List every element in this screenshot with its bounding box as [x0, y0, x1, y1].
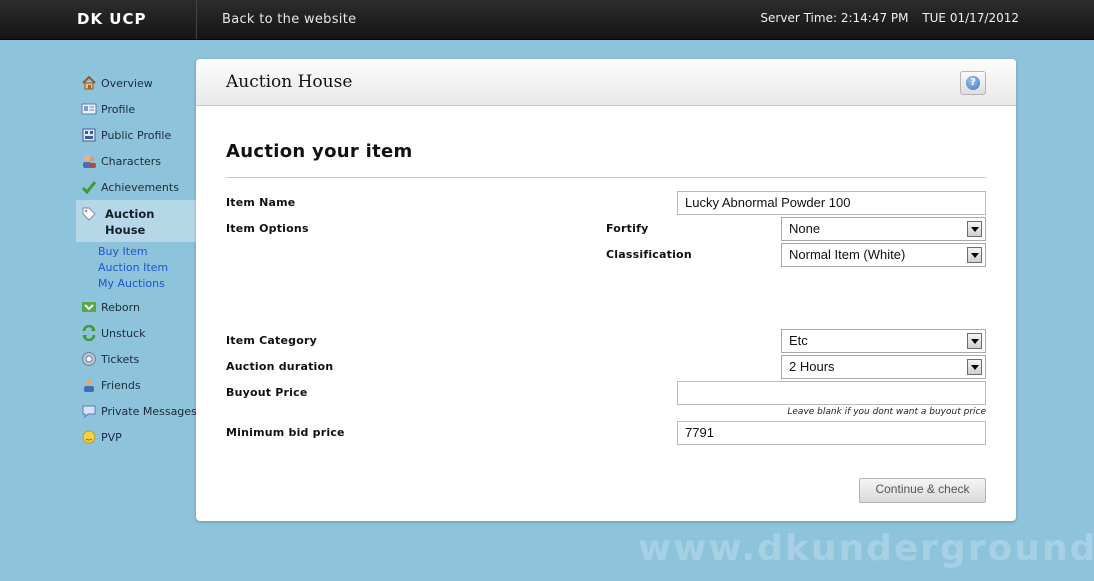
sidebar-item-unstuck[interactable]: Unstuck: [76, 320, 196, 346]
checkmark-icon: [81, 179, 97, 195]
server-time: Server Time: 2:14:47 PM TUE 01/17/2012: [750, 0, 1019, 36]
sidebar-item-profile[interactable]: Profile: [76, 96, 196, 122]
classification-select[interactable]: Normal Item (White): [781, 243, 986, 267]
sidebar-item-label: Profile: [101, 102, 136, 116]
sidebar-nav: Overview Profile Public Profile Characte…: [76, 70, 197, 450]
tag-icon: [81, 206, 97, 222]
profile-card-icon: [81, 101, 97, 117]
tickets-icon: [81, 351, 97, 367]
sidebar-item-tickets[interactable]: Tickets: [76, 346, 196, 372]
subnav-my-auctions[interactable]: My Auctions: [98, 276, 196, 292]
sidebar-item-label: Public Profile: [101, 128, 172, 142]
auction-duration-label: Auction duration: [226, 360, 334, 373]
sidebar-item-label: Characters: [101, 154, 162, 168]
sidebar-item-label: Auction House: [105, 207, 155, 237]
back-to-website-link[interactable]: Back to the website: [222, 0, 356, 39]
sidebar-item-label: Achievements: [101, 180, 179, 194]
server-date: TUE 01/17/2012: [922, 11, 1019, 25]
chevron-down-icon: [967, 333, 982, 349]
fortify-select[interactable]: None: [781, 217, 986, 241]
sidebar-item-label: Reborn: [101, 300, 140, 314]
subnav-auction-item[interactable]: Auction Item: [98, 260, 196, 276]
top-bar: DK UCP Back to the website Server Time: …: [0, 0, 1094, 40]
sidebar-item-label: Tickets: [101, 352, 140, 366]
item-name-input[interactable]: Lucky Abnormal Powder 100: [677, 191, 986, 215]
classification-label: Classification: [606, 248, 692, 261]
fortify-label: Fortify: [606, 222, 649, 235]
sidebar-item-reborn[interactable]: Reborn: [76, 294, 196, 320]
section-title: Auction your item: [226, 141, 413, 162]
page-title: Auction House: [226, 72, 353, 92]
minimum-bid-label: Minimum bid price: [226, 426, 345, 439]
home-icon: [81, 75, 97, 91]
buyout-hint: Leave blank if you dont want a buyout pr…: [787, 407, 986, 417]
help-button[interactable]: ?: [960, 71, 986, 95]
sidebar-item-label: Overview: [101, 76, 153, 90]
classification-value: Normal Item (White): [789, 247, 906, 262]
auction-panel: Auction House ? Auction your item Item N…: [196, 59, 1016, 521]
continue-check-button[interactable]: Continue & check: [859, 478, 986, 503]
friends-icon: [81, 377, 97, 393]
chevron-down-icon: [967, 221, 982, 237]
panel-header: Auction House ?: [196, 59, 1016, 106]
sidebar-item-pvp[interactable]: PVP: [76, 424, 196, 450]
auction-subnav: Buy Item Auction Item My Auctions: [76, 242, 196, 294]
buyout-price-label: Buyout Price: [226, 386, 308, 399]
chevron-down-icon: [967, 359, 982, 375]
item-options-label: Item Options: [226, 222, 309, 235]
auction-duration-select[interactable]: 2 Hours: [781, 355, 986, 379]
speech-bubble-icon: [81, 403, 97, 419]
sidebar-item-label: Unstuck: [101, 326, 146, 340]
divider: [226, 177, 986, 178]
minimum-bid-input[interactable]: 7791: [677, 421, 986, 445]
fortify-value: None: [789, 221, 821, 236]
sidebar-item-auction-house[interactable]: Auction House: [76, 200, 196, 242]
buyout-price-input[interactable]: [677, 381, 986, 405]
item-category-label: Item Category: [226, 334, 317, 347]
sidebar-item-achievements[interactable]: Achievements: [76, 174, 196, 200]
sidebar-item-label: Private Messages: [101, 404, 197, 418]
watermark: www.dkunderground.org: [638, 528, 1094, 569]
sidebar-item-label: PVP: [101, 430, 122, 444]
brand-logo[interactable]: DK UCP: [0, 0, 197, 39]
sidebar-item-characters[interactable]: Characters: [76, 148, 196, 174]
auction-duration-value: 2 Hours: [789, 359, 835, 374]
sidebar-item-public-profile[interactable]: Public Profile: [76, 122, 196, 148]
sidebar-item-friends[interactable]: Friends: [76, 372, 196, 398]
server-time-label: Server Time: 2:14:47 PM: [760, 11, 909, 25]
item-category-value: Etc: [789, 333, 808, 348]
pvp-icon: [81, 429, 97, 445]
unstuck-icon: [81, 324, 97, 342]
item-category-select[interactable]: Etc: [781, 329, 986, 353]
public-profile-icon: [81, 127, 97, 143]
subnav-buy-item[interactable]: Buy Item: [98, 244, 196, 260]
sidebar-item-label: Friends: [101, 378, 141, 392]
sidebar-item-overview[interactable]: Overview: [76, 70, 196, 96]
reborn-icon: [81, 299, 97, 315]
item-name-label: Item Name: [226, 196, 296, 209]
chevron-down-icon: [967, 247, 982, 263]
characters-icon: [81, 153, 97, 169]
sidebar-item-private-messages[interactable]: Private Messages: [76, 398, 197, 424]
help-icon: ?: [966, 76, 980, 90]
